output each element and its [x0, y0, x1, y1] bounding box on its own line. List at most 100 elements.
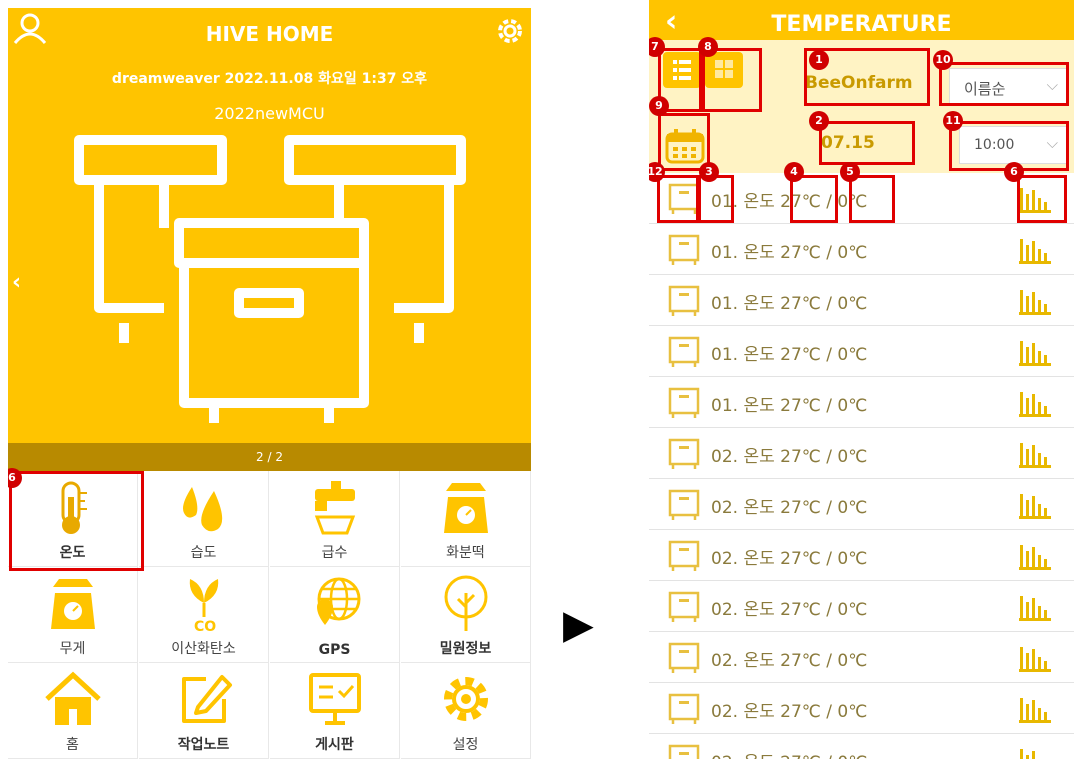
row-number: 02.: [711, 600, 739, 620]
temperature-row[interactable]: 01. 온도 27℃ / 0℃: [649, 276, 1074, 326]
row-label: 온도: [743, 651, 775, 671]
bar-chart-icon[interactable]: [1018, 390, 1054, 418]
row-label: 온도: [743, 243, 775, 263]
menu-label: 무게: [59, 641, 86, 657]
annotation-badge: 5: [840, 162, 860, 182]
svg-text:CO: CO: [194, 619, 216, 633]
bar-chart-icon[interactable]: [1018, 339, 1054, 367]
menu-item-gps[interactable]: GPS: [270, 567, 400, 663]
scale-icon: [51, 579, 95, 629]
row-label: 온도: [743, 498, 775, 518]
row-text: 02. 온도 27℃ / 0℃: [711, 544, 867, 569]
menu-item-settings[interactable]: 설정: [401, 663, 531, 759]
bar-chart-icon[interactable]: [1018, 288, 1054, 316]
temperature-row[interactable]: 02. 온도 27℃ / 0℃: [649, 429, 1074, 479]
bar-chart-icon[interactable]: [1018, 441, 1054, 469]
temperature-row[interactable]: 02. 온도 27℃ / 0℃: [649, 480, 1074, 530]
row-label: 온도: [743, 396, 775, 416]
menu-label: 설정: [452, 737, 479, 753]
menu-item-water-supply[interactable]: 급수: [270, 471, 400, 567]
row-text: 02. 온도 27℃ / 0℃: [711, 748, 867, 759]
menu-item-co2[interactable]: CO 이산화탄소: [139, 567, 269, 663]
subtitle-datetime: dreamweaver 2022.11.08 화요일 1:37 오후: [111, 71, 428, 87]
annotation-badge: 6: [1004, 162, 1024, 182]
highlight-box: [790, 175, 838, 223]
highlight-box: [658, 113, 710, 171]
row-number: 02.: [711, 651, 739, 671]
bar-chart-icon[interactable]: [1018, 747, 1054, 759]
highlight-box: [698, 175, 734, 223]
menu-label: 급수: [321, 545, 348, 561]
annotation-badge: 2: [809, 111, 829, 131]
page-title: TEMPERATURE: [771, 12, 952, 37]
menu-item-weight[interactable]: 무게: [8, 567, 138, 663]
hive-box-icon: [668, 744, 700, 759]
row-label: 온도: [743, 192, 775, 212]
menu-item-work-note[interactable]: 작업노트: [139, 663, 269, 759]
home-icon: [45, 671, 101, 725]
bar-chart-icon[interactable]: [1018, 543, 1054, 571]
menu-item-humidity[interactable]: 습도: [139, 471, 269, 567]
bar-chart-icon[interactable]: [1018, 492, 1054, 520]
row-text: 01. 온도 27℃ / 0℃: [711, 238, 867, 263]
menu-item-board[interactable]: 게시판: [270, 663, 400, 759]
bar-chart-icon[interactable]: [1018, 594, 1054, 622]
bar-chart-icon[interactable]: [1018, 645, 1054, 673]
highlight-box: [657, 175, 699, 223]
temperature-screen: ‹ TEMPERATURE BeeOnfarm 07.15 이름순 ⌵ 10:0…: [649, 0, 1074, 759]
highlight-box: [939, 62, 1069, 106]
menu-label: 습도: [190, 545, 217, 561]
row-label: 온도: [743, 600, 775, 620]
temperature-row[interactable]: 01. 온도 27℃ / 0℃: [649, 378, 1074, 428]
row-number: 02.: [711, 498, 739, 518]
transition-arrow-icon: ▶: [563, 602, 594, 648]
row-number: 01.: [711, 396, 739, 416]
temperature-row[interactable]: 02. 온도 27℃ / 0℃: [649, 531, 1074, 581]
page-indicator: 2 / 2: [8, 443, 531, 471]
menu-item-nectar-source[interactable]: 밀원정보: [401, 567, 531, 663]
row-value: 27℃ / 0℃: [780, 345, 868, 365]
row-number: 01.: [711, 345, 739, 365]
temperature-row[interactable]: 02. 온도 27℃ / 0℃: [649, 582, 1074, 632]
row-value: 27℃ / 0℃: [780, 396, 868, 416]
row-label: 온도: [743, 345, 775, 365]
row-value: 27℃ / 0℃: [780, 447, 868, 467]
highlight-box: [849, 175, 895, 223]
row-text: 02. 온도 27℃ / 0℃: [711, 493, 867, 518]
menu-item-home[interactable]: 홈: [8, 663, 138, 759]
row-number: 02.: [711, 447, 739, 467]
hero-panel: HIVE HOME dreamweaver 2022.11.08 화요일 1:3…: [8, 8, 531, 443]
row-number: 01.: [711, 243, 739, 263]
row-label: 온도: [743, 447, 775, 467]
row-text: 02. 온도 27℃ / 0℃: [711, 697, 867, 722]
temperature-row[interactable]: 02. 온도 27℃ / 0℃: [649, 735, 1074, 759]
temperature-row[interactable]: 01. 온도 27℃ / 0℃: [649, 225, 1074, 275]
highlight-box: [9, 471, 144, 571]
co2-plant-icon: CO: [189, 579, 219, 633]
row-number: 02.: [711, 549, 739, 569]
bar-chart-icon[interactable]: [1018, 237, 1054, 265]
temperature-row[interactable]: 01. 온도 27℃ / 0℃: [649, 327, 1074, 377]
prev-arrow-icon[interactable]: ‹: [12, 270, 21, 295]
row-value: 27℃ / 0℃: [780, 753, 867, 759]
hive-box-icon: [668, 489, 700, 520]
row-text: 02. 온도 27℃ / 0℃: [711, 442, 867, 467]
hive-box-icon: [668, 336, 700, 367]
temperature-row[interactable]: 02. 온도 27℃ / 0℃: [649, 633, 1074, 683]
bar-chart-icon[interactable]: [1018, 696, 1054, 724]
hive-box-icon: [668, 387, 700, 418]
menu-label: 화분떡: [446, 545, 485, 561]
device-name: 2022newMCU: [214, 104, 325, 123]
highlight-box: [1017, 175, 1067, 223]
annotation-badge: 3: [699, 162, 719, 182]
annotation-badge: 1: [809, 50, 829, 70]
row-number: 02.: [711, 753, 738, 759]
temperature-row[interactable]: 02. 온도 27℃ / 0℃: [649, 684, 1074, 734]
gear-icon: [444, 677, 488, 721]
beehive-illustration: [74, 135, 466, 423]
settings-gear-icon[interactable]: [493, 14, 527, 48]
row-value: 27℃ / 0℃: [780, 498, 868, 518]
row-value: 27℃ / 0℃: [780, 651, 868, 671]
menu-label: 작업노트: [177, 737, 230, 753]
menu-item-pollen-cake[interactable]: 화분떡: [401, 471, 531, 567]
